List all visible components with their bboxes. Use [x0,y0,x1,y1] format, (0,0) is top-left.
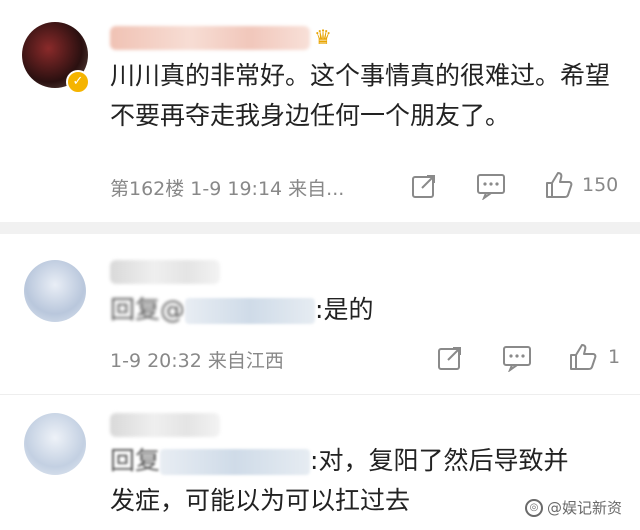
reply-prefix: 回复@ [110,295,186,324]
comment-meta: 1-9 20:32 来自江西 [110,350,284,372]
like-count: 150 [582,174,619,196]
like-count: 1 [608,346,621,368]
comment-text: 川川真的非常好。这个事情真的很难过。希望不要再夺走我身边任何一个朋友了。 [110,61,611,130]
watermark-logo-icon: ◎ [524,498,543,517]
like-button[interactable] [544,170,574,200]
reply-text: 回复@ :是的 [110,290,373,330]
share-icon[interactable] [410,172,438,200]
watermark-text: @娱记新资 [546,499,622,517]
comment-meta: 第162楼 1-9 19:14 来自... [110,178,345,200]
crown-icon: ♛ [314,25,332,49]
username-blurred[interactable] [110,260,220,284]
comment-item: 回复@ :是的 1-9 20:32 来自江西 1 [0,234,640,395]
reply-body: :对，复阳了然后导致并 [310,446,569,475]
reply-prefix: 回复 [110,446,161,475]
comment-item: ✓ ♛ 川川真的非常好。这个事情真的很难过。希望不要再夺走我身边任何一个朋友了。… [0,0,640,222]
mentioned-user-blurred[interactable] [160,449,311,475]
avatar[interactable] [24,413,86,475]
avatar[interactable] [24,260,86,322]
like-button[interactable] [568,342,598,372]
username-blurred[interactable] [110,413,220,437]
comment-icon[interactable] [476,172,506,200]
reply-text: 回复 :对，复阳了然后导致并 [110,441,568,481]
watermark: ◎ @娱记新资 [524,497,622,518]
verified-badge-icon: ✓ [66,70,90,94]
comment-icon[interactable] [502,344,532,372]
section-divider [0,222,640,234]
share-icon[interactable] [436,344,464,372]
username-blurred[interactable] [110,26,310,50]
reply-body: :是的 [315,295,374,324]
mentioned-user-blurred[interactable] [185,298,316,324]
reply-text-line2: 发症，可能以为可以扛过去 [110,486,411,515]
